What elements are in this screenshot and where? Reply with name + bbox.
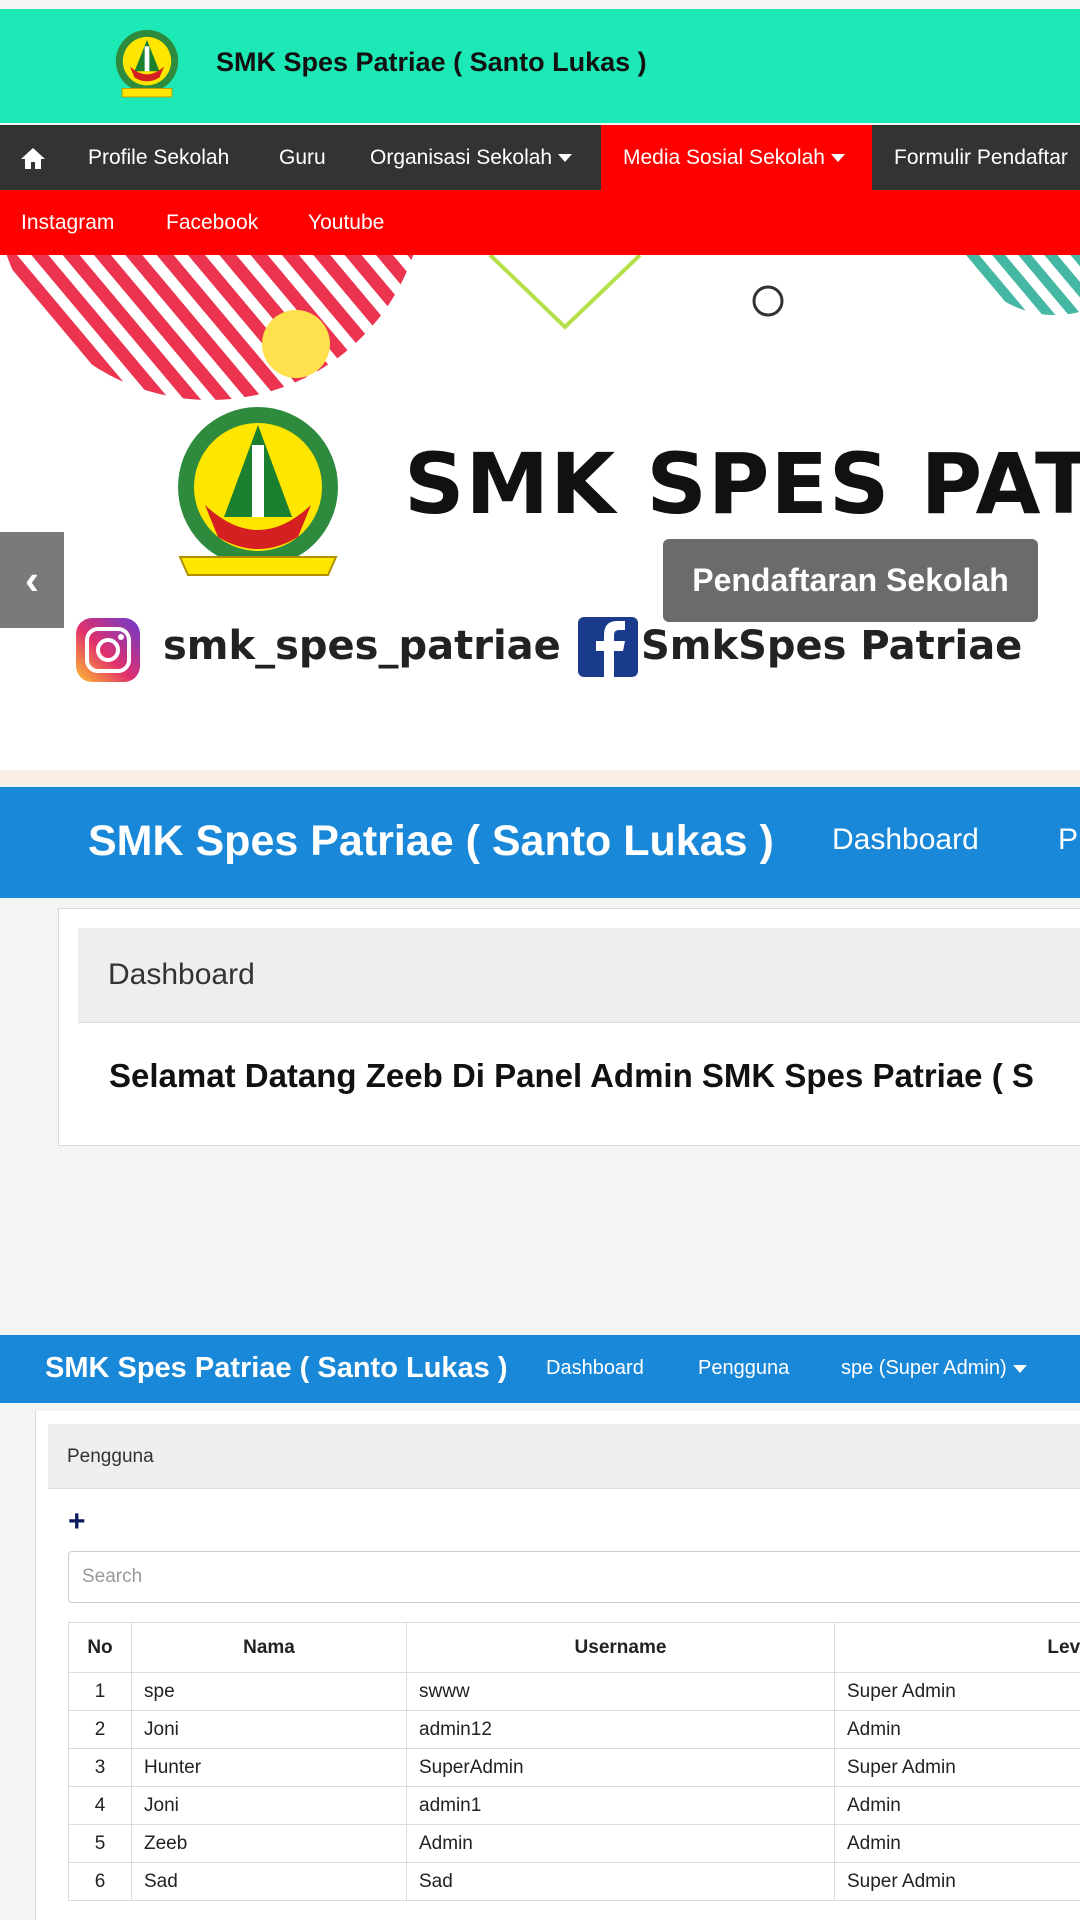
instagram-handle: smk_spes_patriae: [163, 623, 561, 669]
banner-headline: SMK SPES PAT: [404, 435, 1080, 533]
cell-username: Admin: [406, 1824, 835, 1863]
table-header-row: No Nama Username Level: [68, 1622, 1080, 1673]
column-header-username[interactable]: Username: [406, 1622, 835, 1673]
admin-brand[interactable]: SMK Spes Patriae ( Santo Lukas ): [45, 1352, 508, 1385]
cell-nama: spe: [131, 1672, 407, 1711]
cell-level: Super Admin: [834, 1748, 1080, 1787]
home-icon: [21, 148, 45, 170]
users-table: No Nama Username Level 1 spe swww Super …: [68, 1622, 1080, 1901]
cell-username: SuperAdmin: [406, 1748, 835, 1787]
nav-item-profile-sekolah[interactable]: Profile Sekolah: [88, 125, 229, 190]
dropdown-item-youtube[interactable]: Youtube: [308, 190, 384, 255]
card-title: Dashboard: [108, 958, 255, 991]
nav-pengguna-link[interactable]: Pengguna: [698, 1357, 789, 1380]
admin-brand[interactable]: SMK Spes Patriae ( Santo Lukas ): [88, 817, 774, 866]
site-title[interactable]: SMK Spes Patriae ( Santo Lukas ): [216, 47, 647, 78]
search-input[interactable]: [68, 1551, 1080, 1603]
cell-username: admin1: [406, 1786, 835, 1825]
admin-header: SMK Spes Patriae ( Santo Lukas ) Dashboa…: [0, 787, 1080, 898]
dropdown-item-instagram[interactable]: Instagram: [21, 190, 114, 255]
table-row[interactable]: 2 Joni admin12 Admin: [68, 1710, 1080, 1749]
cell-username: swww: [406, 1672, 835, 1711]
nav-item-label: Guru: [279, 146, 326, 169]
welcome-message: Selamat Datang Zeeb Di Panel Admin SMK S…: [109, 1057, 1034, 1094]
caret-down-icon: [558, 154, 573, 163]
cell-nama: Zeeb: [131, 1824, 407, 1863]
social-media-dropdown: Instagram Facebook Youtube: [0, 190, 1080, 255]
instagram-icon: [76, 618, 140, 682]
facebook-handle: SmkSpes Patriae: [641, 623, 1023, 669]
hero-carousel: SMK SPES PAT smk_spes_patriae SmkSpes Pa…: [0, 255, 1080, 785]
add-user-button[interactable]: +: [68, 1505, 86, 1539]
dashboard-card: Dashboard Selamat Datang Zeeb Di Panel A…: [58, 908, 1080, 1146]
cell-level: Super Admin: [834, 1862, 1080, 1901]
cell-nama: Sad: [131, 1862, 407, 1901]
cell-no: 6: [68, 1862, 132, 1901]
table-row[interactable]: 4 Joni admin1 Admin: [68, 1786, 1080, 1825]
cell-no: 4: [68, 1786, 132, 1825]
table-row[interactable]: 5 Zeeb Admin Admin: [68, 1824, 1080, 1863]
carousel-prev-button[interactable]: ‹: [0, 532, 64, 628]
chevron-left-icon: ‹: [25, 556, 39, 603]
nav-item-label: Profile Sekolah: [88, 146, 230, 169]
column-header-level[interactable]: Level: [834, 1622, 1080, 1673]
table-row[interactable]: 3 Hunter SuperAdmin Super Admin: [68, 1748, 1080, 1787]
user-menu-label: spe (Super Admin): [841, 1357, 1007, 1379]
nav-dashboard-link[interactable]: Dashboard: [546, 1357, 644, 1380]
site-header: SMK Spes Patriae ( Santo Lukas ): [0, 9, 1080, 123]
column-header-no[interactable]: No: [68, 1622, 132, 1673]
users-panel: Pengguna + No Nama Username Level 1 spe …: [35, 1411, 1080, 1920]
main-nav: Profile Sekolah Guru Organisasi Sekolah …: [0, 125, 1080, 190]
user-menu[interactable]: spe (Super Admin): [841, 1357, 1027, 1380]
caret-down-icon: [1012, 1364, 1027, 1373]
table-row[interactable]: 1 spe swww Super Admin: [68, 1672, 1080, 1711]
cell-nama: Joni: [131, 1710, 407, 1749]
cell-level: Admin: [834, 1710, 1080, 1749]
panel-title: Pengguna: [67, 1446, 154, 1467]
facebook-icon: [578, 617, 638, 677]
nav-item-guru[interactable]: Guru: [279, 125, 326, 190]
nav-item-media-sosial-sekolah[interactable]: Media Sosial Sekolah: [601, 125, 872, 190]
nav-item-organisasi-sekolah[interactable]: Organisasi Sekolah: [370, 125, 573, 190]
cell-level: Admin: [834, 1824, 1080, 1863]
nav-item-formulir-pendaftar[interactable]: Formulir Pendaftar: [894, 125, 1068, 190]
cell-level: Admin: [834, 1786, 1080, 1825]
card-header: Dashboard: [78, 928, 1080, 1023]
nav-dashboard-link[interactable]: Dashboard: [832, 823, 979, 857]
nav-item-label: Formulir Pendaftar: [894, 146, 1068, 169]
cell-username: Sad: [406, 1862, 835, 1901]
nav-item-label: Organisasi Sekolah: [370, 146, 553, 169]
home-nav-item[interactable]: [20, 125, 46, 190]
banner-school-logo: [178, 407, 338, 576]
cell-nama: Joni: [131, 1786, 407, 1825]
admin-header-users: SMK Spes Patriae ( Santo Lukas ) Dashboa…: [0, 1335, 1080, 1403]
cell-level: Super Admin: [834, 1672, 1080, 1711]
cell-no: 5: [68, 1824, 132, 1863]
cell-no: 3: [68, 1748, 132, 1787]
nav-next-link[interactable]: Pl: [1058, 823, 1080, 857]
column-header-nama[interactable]: Nama: [131, 1622, 407, 1673]
caret-down-icon: [830, 154, 845, 163]
cell-nama: Hunter: [131, 1748, 407, 1787]
banner-bottom-strip: [0, 770, 1080, 785]
table-row[interactable]: 6 Sad Sad Super Admin: [68, 1862, 1080, 1901]
nav-item-label: Media Sosial Sekolah: [623, 146, 825, 169]
cell-no: 1: [68, 1672, 132, 1711]
enroll-button[interactable]: Pendaftaran Sekolah: [663, 539, 1038, 622]
school-logo[interactable]: [108, 26, 186, 104]
cell-username: admin12: [406, 1710, 835, 1749]
dropdown-item-facebook[interactable]: Facebook: [166, 190, 258, 255]
panel-header: Pengguna: [48, 1424, 1080, 1489]
cell-no: 2: [68, 1710, 132, 1749]
